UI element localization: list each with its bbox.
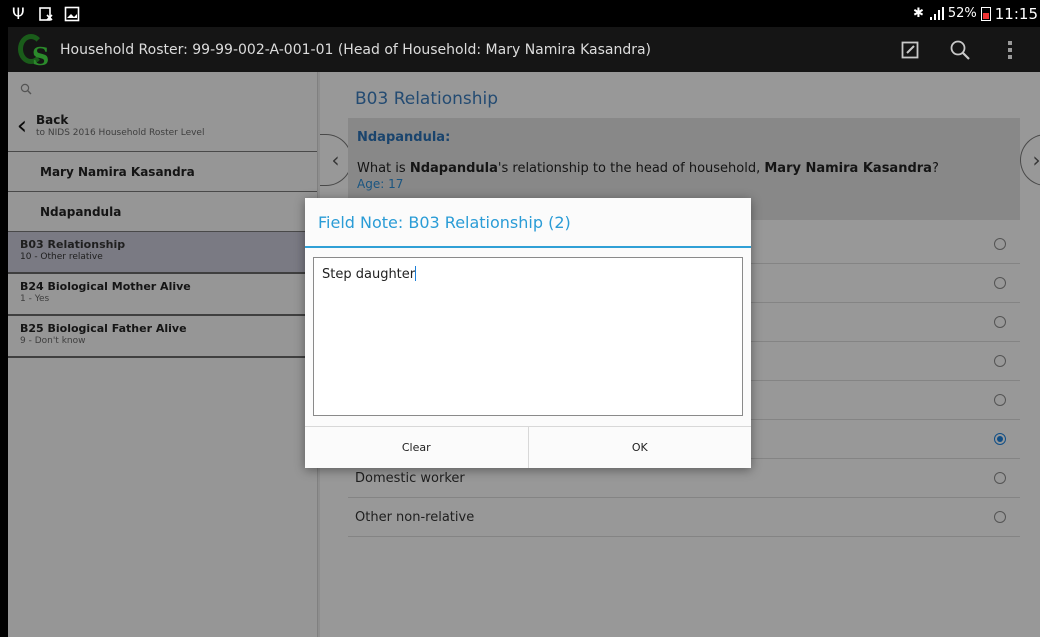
field-note-dialog: Field Note: B03 Relationship (2) Step da… [305,198,751,468]
back-button[interactable]: ‹ Back to NIDS 2016 Household Roster Lev… [8,100,317,152]
radio-button[interactable] [994,394,1006,406]
battery-icon [980,6,991,21]
radio-button[interactable] [994,277,1006,289]
question-title: B25 Biological Father Alive [20,322,187,335]
image-icon [64,6,80,21]
app-logo[interactable]: S [16,30,56,71]
search-icon[interactable] [948,38,972,62]
sim-icon [39,6,53,21]
back-sublabel: to NIDS 2016 Household Roster Level [36,128,205,138]
dialog-title: Field Note: B03 Relationship (2) [305,198,751,248]
question-person: Ndapandula: [357,130,451,145]
radio-button[interactable] [994,316,1006,328]
answer-option[interactable]: Other non-relative [348,498,1020,537]
status-bar: Ψ ✱ 52% 11:15 [8,0,1040,27]
overflow-icon[interactable] [998,38,1022,62]
sidebar-question-b03[interactable]: B03 Relationship 10 - Other relative [8,232,317,274]
question-age: Age: 17 [357,177,404,191]
sidebar-question-b25[interactable]: B25 Biological Father Alive 9 - Don't kn… [8,316,317,358]
usb-icon: Ψ [12,3,25,23]
question-title: B03 Relationship [20,238,126,251]
question-title: B24 Biological Mother Alive [20,280,191,293]
ok-button[interactable]: OK [527,427,751,468]
chevron-left-icon: ‹ [331,148,340,172]
sidebar-search-icon[interactable] [8,72,317,100]
radio-button[interactable] [994,355,1006,367]
signal-icon [929,6,944,20]
clear-button[interactable]: Clear [305,427,528,468]
next-question-button[interactable]: › [1020,134,1040,186]
sidebar-item-member[interactable]: Ndapandula [8,192,317,232]
chevron-left-icon: ‹ [16,110,28,141]
field-note-input[interactable]: Step daughter [313,257,743,416]
edit-note-icon[interactable] [898,38,922,62]
bluetooth-icon: ✱ [912,6,924,21]
sidebar-item-head[interactable]: Mary Namira Kasandra [8,152,317,192]
question-text: What is Ndapandula's relationship to the… [357,161,939,176]
sidebar-question-b24[interactable]: B24 Biological Mother Alive 1 - Yes [8,274,317,316]
radio-button-selected[interactable] [994,433,1006,445]
question-answer: 1 - Yes [20,294,50,304]
radio-button[interactable] [994,238,1006,250]
back-label: Back [36,113,69,127]
chevron-right-icon: › [1032,148,1040,172]
page-title: Household Roster: 99-99-002-A-001-01 (He… [60,41,652,58]
action-bar: S Household Roster: 99-99-002-A-001-01 (… [8,27,1040,72]
battery-percent: 52% [947,6,977,21]
question-heading: B03 Relationship [355,89,499,109]
sidebar: ‹ Back to NIDS 2016 Household Roster Lev… [8,72,318,637]
radio-button[interactable] [994,472,1006,484]
question-answer: 10 - Other relative [20,252,103,262]
radio-button[interactable] [994,511,1006,523]
clock: 11:15 [994,4,1038,23]
question-answer: 9 - Don't know [20,336,86,346]
